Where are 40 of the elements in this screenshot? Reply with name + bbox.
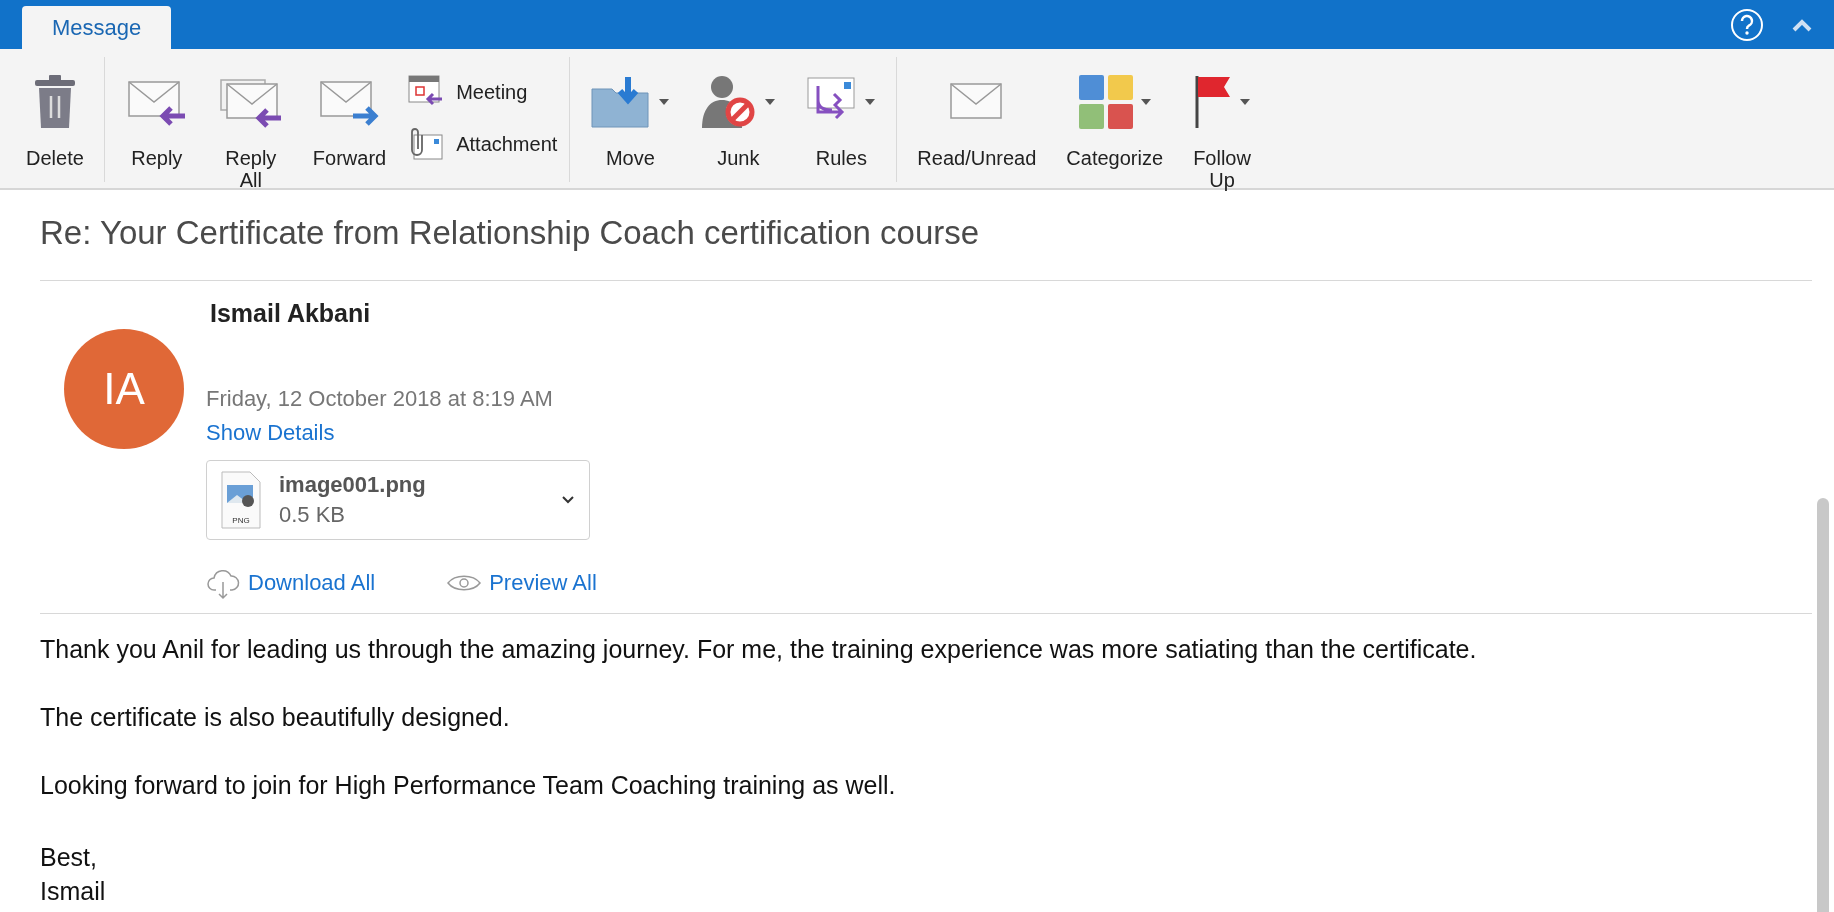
ribbon-button[interactable]: Delete [14,65,96,173]
color-squares-icon [1077,74,1134,130]
attachment-card[interactable]: PNG image001.png 0.5 KB [206,460,590,540]
caret-icon [658,98,671,106]
preview-all-link[interactable]: Preview All [447,566,597,600]
paperclip-envelope-icon [408,127,445,161]
ribbon-button[interactable]: Forward [300,65,399,173]
ribbon-button[interactable]: Attachment [404,125,562,163]
trash-icon [32,74,77,130]
sender-name: Ismail Akbani [210,299,371,328]
ribbon-button[interactable]: Read/Unread [905,65,1049,173]
ribbon-button[interactable]: Move [578,65,683,173]
help-icon[interactable] [1730,7,1764,42]
collapse-icon[interactable] [1792,17,1812,32]
caret-icon [1239,98,1252,106]
file-type-label: PNG [232,516,250,525]
attachment-name: image001.png [279,472,427,498]
ribbon-button[interactable]: Reply [112,65,201,173]
download-all-link[interactable]: Download All [206,566,376,600]
image-thumbnail-icon [227,485,254,507]
ribbon-tab[interactable]: Message [22,6,172,49]
chevron-down-icon[interactable] [561,495,575,505]
message-paragraph: The certificate is also beautifully designed. [40,704,511,731]
message-paragraph: Thank you Anil for leading us through the amazing journey. For me, the training experience was more satiating than the certificate. [40,636,1478,663]
message-subject: Re: Your Certificate from Relationship Coach certification course [40,190,1812,281]
eye-icon [447,573,482,593]
ribbon-button[interactable]: Rules [794,65,889,173]
caret-icon [1139,98,1152,106]
signature-line: Ismail [40,876,107,907]
signature-line: Best, [40,842,98,873]
message-paragraph: Looking forward to join for High Performance Team Coaching training as well. [40,772,897,799]
show-details-link[interactable]: Show Details [206,420,335,446]
ribbon-button[interactable]: Categorize [1054,65,1176,173]
avatar: IA [64,329,184,449]
message-date: Friday, 12 October 2018 at 8:19 AM [206,386,553,412]
ribbon-button[interactable]: Meeting [404,73,562,111]
attachment-size: 0.5 KB [279,502,347,528]
caret-icon [864,98,877,106]
caret-icon [764,98,777,106]
ribbon-button[interactable]: Junk [688,65,789,173]
